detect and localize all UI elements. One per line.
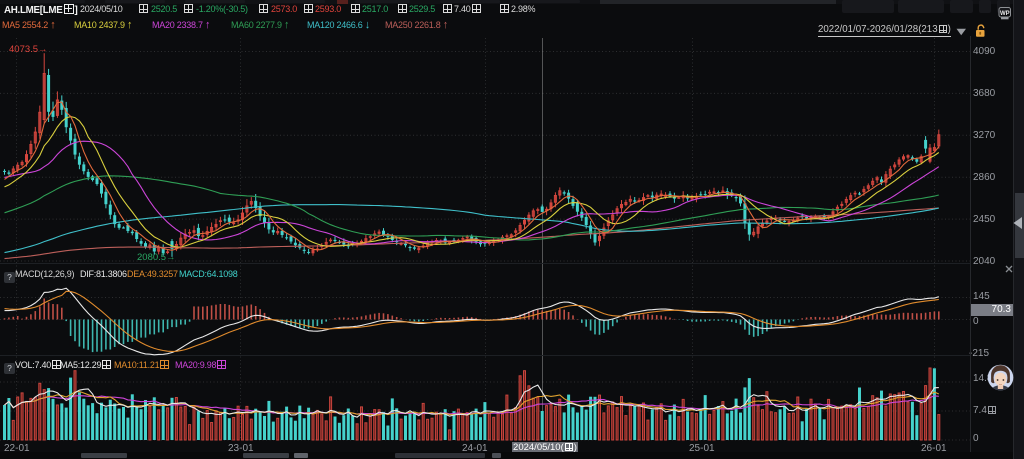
svg-text:WP: WP bbox=[1000, 11, 1010, 17]
